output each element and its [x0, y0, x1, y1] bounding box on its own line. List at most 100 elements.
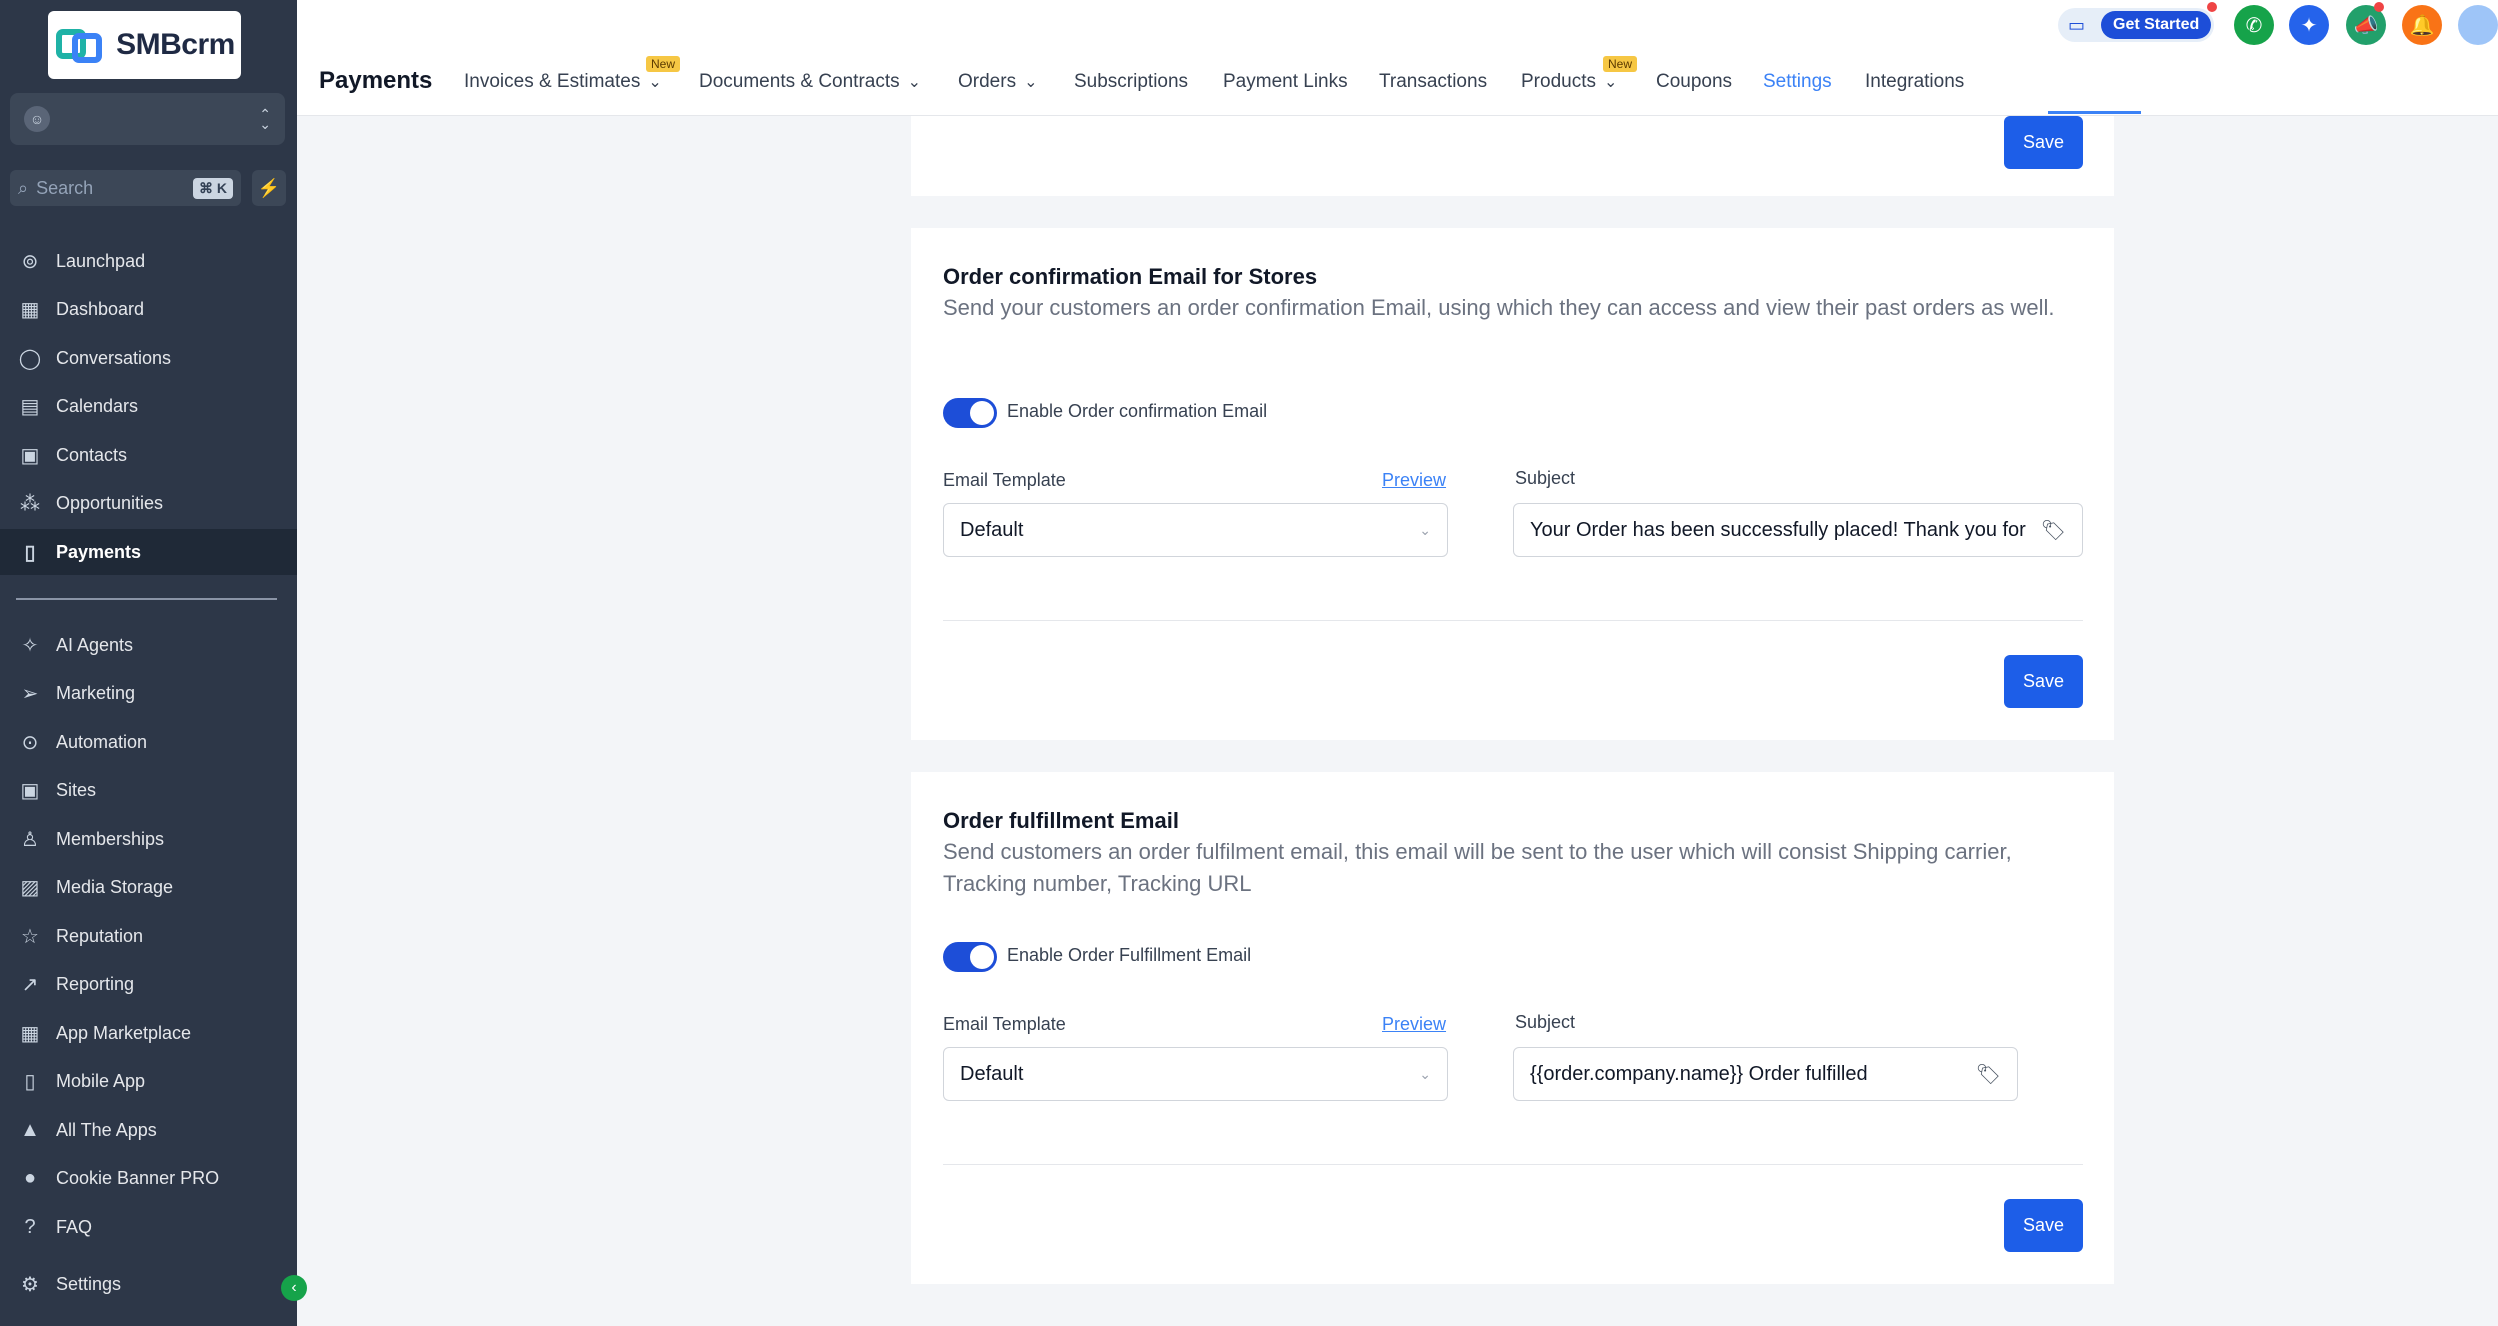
- quick-action-bolt-icon[interactable]: ⚡: [252, 170, 286, 206]
- chevron-down-icon: ⌄: [1024, 74, 1038, 91]
- sidebar-item-reputation[interactable]: ☆ Reputation: [0, 913, 297, 959]
- brand-name: SMBcrm: [116, 28, 235, 61]
- card-title: Order fulfillment Email: [943, 808, 1179, 833]
- new-badge: New: [646, 56, 681, 72]
- phone-icon[interactable]: ✆: [2234, 5, 2274, 45]
- gear-icon: ⚙: [21, 1273, 39, 1296]
- brand-logo[interactable]: SMBcrm: [48, 11, 241, 79]
- email-template-select[interactable]: Default ⌄: [943, 1047, 1448, 1101]
- subject-input[interactable]: Your Order has been successfully placed!…: [1513, 503, 2083, 557]
- chevron-down-icon: ⌄: [1603, 74, 1618, 91]
- question-icon: ?: [24, 1215, 36, 1238]
- sidebar-divider: [16, 598, 277, 600]
- search-icon: ⌕: [18, 177, 29, 198]
- sidebar: SMBcrm ☺ ⌃ ⌄ ⌕ Search ⌘ K ⚡ ⊚ Launchpad ▦ D…: [0, 0, 307, 1326]
- mobile-icon: ▯: [24, 1070, 36, 1093]
- ai-sparkle-icon[interactable]: ✦: [2289, 5, 2329, 45]
- tag-icon[interactable]: 🏷: [1976, 1062, 2001, 1087]
- top-settings-card: Save: [911, 116, 2114, 196]
- sidebar-item-all-the-apps[interactable]: ▲ All The Apps: [0, 1107, 297, 1153]
- preview-link[interactable]: Preview: [1382, 470, 1446, 491]
- order-fulfillment-toggle[interactable]: [943, 942, 997, 972]
- sidebar-item-dashboard[interactable]: ▦ Dashboard: [0, 286, 297, 332]
- calendar-icon: ▤: [20, 395, 40, 418]
- subject-label: Subject: [1515, 468, 1576, 488]
- collapse-sidebar-icon[interactable]: ‹: [281, 1275, 307, 1301]
- contacts-icon: ▣: [20, 444, 40, 467]
- divider: [943, 1164, 2083, 1165]
- sidebar-item-mobile-app[interactable]: ▯ Mobile App: [0, 1058, 297, 1104]
- sidebar-item-cookie-banner[interactable]: ● Cookie Banner PRO: [0, 1155, 297, 1201]
- sidebar-item-app-marketplace[interactable]: ▦ App Marketplace: [0, 1010, 297, 1056]
- new-badge: New: [1603, 56, 1638, 72]
- rocket-icon: ⊚: [21, 250, 39, 273]
- avatar[interactable]: [2458, 5, 2498, 45]
- opportunities-icon: ⁂: [20, 492, 40, 515]
- tab-invoices-estimates[interactable]: Invoices & Estimates ⌄: [464, 71, 662, 93]
- save-button[interactable]: Save: [2004, 1199, 2083, 1252]
- sidebar-item-conversations[interactable]: ◯ Conversations: [0, 335, 297, 381]
- chevron-down-icon: ⌄: [907, 74, 922, 91]
- account-avatar-icon: ☺: [24, 106, 50, 132]
- save-button[interactable]: Save: [2004, 116, 2083, 169]
- search-placeholder: Search: [36, 177, 94, 198]
- chevron-down-icon: ⌄: [1419, 521, 1431, 538]
- toggle-label: Enable Order Fulfillment Email: [1007, 945, 1252, 965]
- sidebar-item-memberships[interactable]: ♙ Memberships: [0, 816, 297, 862]
- app: SMBcrm ☺ ⌃ ⌄ ⌕ Search ⌘ K ⚡ ⊚ Launchpad ▦ D…: [0, 0, 2498, 1326]
- memberships-icon: ♙: [21, 828, 39, 851]
- star-icon: ☆: [21, 925, 39, 948]
- sidebar-item-ai-agents[interactable]: ✧ AI Agents: [0, 622, 297, 668]
- bell-icon[interactable]: 🔔: [2402, 5, 2442, 45]
- tag-icon[interactable]: 🏷: [2041, 518, 2066, 543]
- tab-products[interactable]: Products ⌄: [1521, 71, 1617, 93]
- page-title: Payments: [319, 67, 433, 94]
- subject-input[interactable]: {{order.company.name}} Order fulfilled 🏷: [1513, 1047, 2018, 1101]
- tab-orders[interactable]: Orders ⌄: [958, 71, 1037, 93]
- order-confirmation-toggle[interactable]: [943, 398, 997, 428]
- sidebar-item-media-storage[interactable]: ▨ Media Storage: [0, 864, 297, 910]
- preview-link[interactable]: Preview: [1382, 1014, 1446, 1035]
- tab-documents-contracts[interactable]: Documents & Contracts ⌄: [699, 71, 921, 93]
- sidebar-item-launchpad[interactable]: ⊚ Launchpad: [0, 238, 297, 284]
- search-shortcut: ⌘ K: [193, 177, 233, 199]
- sidebar-item-calendars[interactable]: ▤ Calendars: [0, 383, 297, 429]
- sidebar-item-faq[interactable]: ? FAQ: [0, 1204, 297, 1250]
- sidebar-item-contacts[interactable]: ▣ Contacts: [0, 432, 297, 478]
- card-icon: ▭: [2068, 15, 2086, 35]
- payments-icon: ▯: [24, 541, 36, 564]
- sidebar-item-sites[interactable]: ▣ Sites: [0, 767, 297, 813]
- tab-integrations[interactable]: Integrations: [1865, 71, 1964, 93]
- logo-mark-icon: [54, 25, 106, 65]
- sidebar-item-opportunities[interactable]: ⁂ Opportunities: [0, 480, 297, 526]
- sites-icon: ▣: [20, 779, 40, 802]
- get-started-button[interactable]: Get Started: [2101, 11, 2212, 39]
- tab-coupons[interactable]: Coupons: [1656, 71, 1732, 93]
- order-confirmation-card: Order confirmation Email for Stores Send…: [911, 228, 2114, 740]
- account-switcher[interactable]: ☺ ⌃ ⌄: [10, 93, 285, 145]
- subject-label: Subject: [1515, 1012, 1576, 1032]
- sidebar-item-automation[interactable]: ⊙ Automation: [0, 719, 297, 765]
- toggle-label: Enable Order confirmation Email: [1007, 401, 1268, 421]
- card-description: Send your customers an order confirmatio…: [943, 295, 2055, 320]
- media-icon: ▨: [20, 876, 40, 899]
- sidebar-item-marketing[interactable]: ➢ Marketing: [0, 670, 297, 716]
- chevron-down-icon: ⌄: [1419, 1065, 1431, 1082]
- sidebar-item-payments[interactable]: ▯ Payments: [0, 529, 297, 575]
- tab-settings[interactable]: Settings: [1763, 71, 1832, 93]
- sidebar-item-settings[interactable]: ⚙ Settings: [0, 1261, 297, 1307]
- sidebar-item-reporting[interactable]: ↗ Reporting: [0, 961, 297, 1007]
- cookie-icon: ●: [23, 1166, 37, 1189]
- tab-transactions[interactable]: Transactions: [1379, 71, 1487, 93]
- chat-icon: ◯: [18, 347, 42, 370]
- tab-subscriptions[interactable]: Subscriptions: [1074, 71, 1188, 93]
- send-icon: ➢: [21, 682, 39, 705]
- save-button[interactable]: Save: [2004, 655, 2083, 708]
- updown-chevron-icon: ⌃ ⌄: [259, 106, 271, 132]
- automation-icon: ⊙: [21, 731, 39, 754]
- sidebar-search[interactable]: ⌕ Search ⌘ K: [10, 170, 241, 206]
- chart-icon: ↗: [21, 973, 39, 996]
- card-description: Send customers an order fulfilment email…: [943, 839, 2012, 896]
- tab-payment-links[interactable]: Payment Links: [1223, 71, 1348, 93]
- email-template-select[interactable]: Default ⌄: [943, 503, 1448, 557]
